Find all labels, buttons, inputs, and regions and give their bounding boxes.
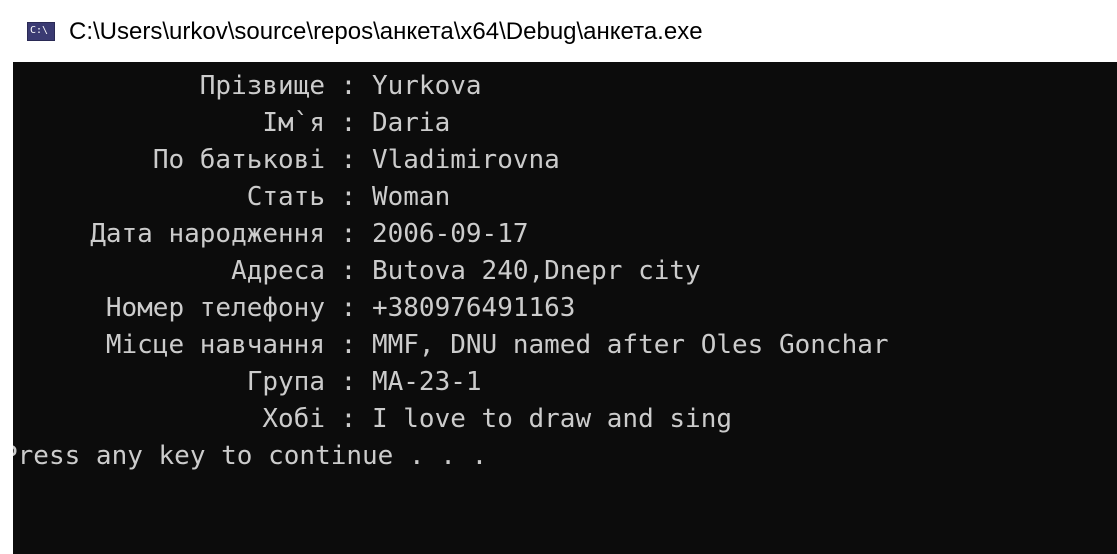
console-lines: Прізвище : Yurkova Ім`я : Daria По батьк…	[13, 68, 889, 475]
console-output-area[interactable]: Прізвище : Yurkova Ім`я : Daria По батьк…	[13, 62, 1117, 554]
field-separator: :	[325, 367, 372, 397]
field-label-gender: Стать	[246, 182, 325, 212]
field-label-group: Група	[246, 367, 325, 397]
field-value-name: Daria	[371, 108, 451, 138]
field-value-group: МА-23-1	[371, 367, 482, 397]
field-separator: :	[325, 182, 372, 212]
console-line-gender: Стать : Woman	[13, 179, 889, 216]
field-separator: :	[325, 219, 372, 249]
field-value-address: Butova 240,Dnepr city	[371, 256, 701, 286]
title-bar[interactable]: C:\ C:\Users\urkov\source\repos\анкета\x…	[0, 0, 1117, 62]
console-line-study-place: Місце навчання : MMF, DNU named after Ol…	[13, 327, 889, 364]
window-title: C:\Users\urkov\source\repos\анкета\x64\D…	[69, 18, 703, 45]
console-app-icon-glyph: C:\	[30, 25, 49, 36]
console-line-birthdate: Дата народження : 2006-09-17	[13, 216, 889, 253]
field-value-phone: +380976491163	[371, 293, 576, 323]
field-label-study-place: Місце навчання	[105, 330, 325, 360]
field-label-phone: Номер телефону	[105, 293, 325, 323]
field-separator: :	[325, 71, 372, 101]
continue-prompt: Press any key to continue . . .	[13, 441, 488, 471]
field-separator: :	[325, 108, 372, 138]
console-window: C:\ C:\Users\urkov\source\repos\анкета\x…	[0, 0, 1117, 554]
field-separator: :	[325, 256, 372, 286]
field-label-surname: Прізвище	[199, 71, 325, 101]
field-value-birthdate: 2006-09-17	[371, 219, 529, 249]
field-label-hobby: Хобі	[262, 404, 325, 434]
field-separator: :	[325, 404, 372, 434]
console-line-name: Ім`я : Daria	[13, 105, 889, 142]
field-value-surname: Yurkova	[371, 71, 482, 101]
console-line-hobby: Хобі : I love to draw and sing	[13, 401, 889, 438]
field-separator: :	[325, 293, 372, 323]
field-value-hobby: I love to draw and sing	[371, 404, 732, 434]
field-value-study-place: MMF, DNU named after Oles Gonchar	[371, 330, 889, 360]
field-label-name: Ім`я	[262, 108, 325, 138]
field-separator: :	[325, 145, 372, 175]
console-line-phone: Номер телефону : +380976491163	[13, 290, 889, 327]
field-value-gender: Woman	[371, 182, 451, 212]
field-separator: :	[325, 330, 372, 360]
console-line-address: Адреса : Butova 240,Dnepr city	[13, 253, 889, 290]
field-value-patronymic: Vladimirovna	[371, 145, 560, 175]
console-line-group: Група : МА-23-1	[13, 364, 889, 401]
console-line-surname: Прізвище : Yurkova	[13, 68, 889, 105]
console-app-icon[interactable]: C:\	[27, 22, 55, 41]
console-line-patronymic: По батькові : Vladimirovna	[13, 142, 889, 179]
field-label-birthdate: Дата народження	[90, 219, 325, 249]
field-label-address: Адреса	[231, 256, 325, 286]
field-label-patronymic: По батькові	[152, 145, 325, 175]
